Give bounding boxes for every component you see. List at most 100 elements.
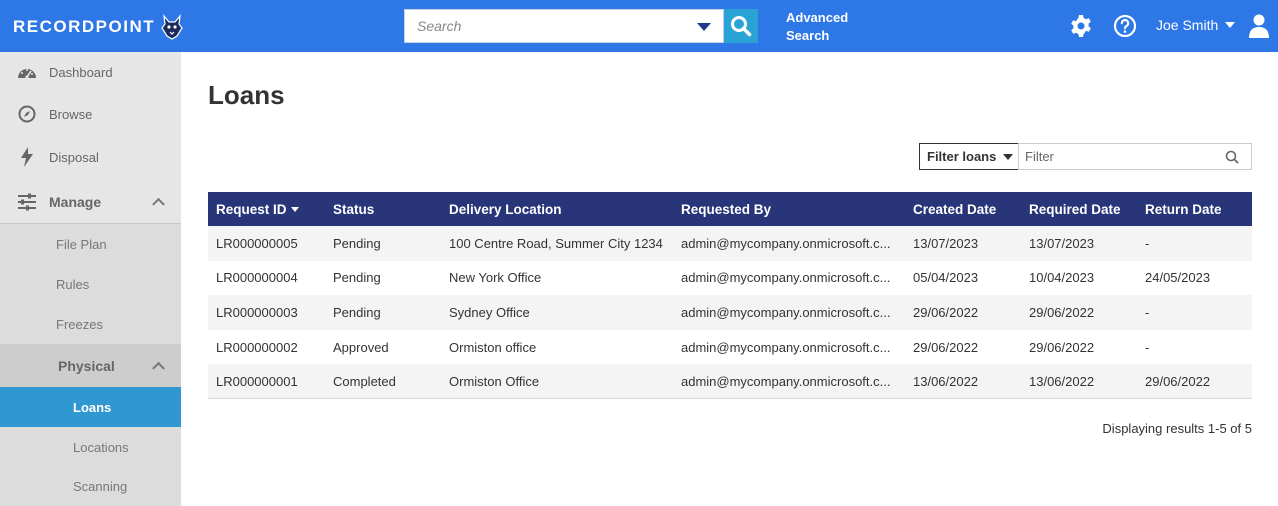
settings-button[interactable] <box>1068 13 1094 39</box>
created-date-cell: 29/06/2022 <box>905 329 1021 365</box>
sidebar-item-rules[interactable]: Rules <box>0 264 181 304</box>
sidebar-item-scanning[interactable]: Scanning <box>0 467 181 506</box>
sidebar-item-disposal[interactable]: Disposal <box>0 137 181 177</box>
status-cell: Approved <box>325 329 441 365</box>
required-date-cell: 13/06/2022 <box>1021 364 1137 400</box>
sidebar-item-locations[interactable]: Locations <box>0 427 181 467</box>
status-cell: Pending <box>325 226 441 261</box>
column-header-delivery-location[interactable]: Delivery Location <box>441 192 673 226</box>
request-id-link[interactable]: LR000000003 <box>208 295 325 330</box>
return-date-cell: - <box>1137 329 1252 365</box>
created-date-cell: 05/04/2023 <box>905 260 1021 296</box>
return-date-cell: 29/06/2022 <box>1137 364 1252 400</box>
filter-field[interactable] <box>1018 143 1252 170</box>
column-header-status[interactable]: Status <box>325 192 441 226</box>
sidebar-item-label: Freezes <box>56 316 103 332</box>
request-id-link[interactable]: LR000000005 <box>208 226 325 261</box>
delivery-location-cell: Ormiston office <box>441 329 673 365</box>
column-header-request-id[interactable]: Request ID <box>208 192 325 226</box>
required-date-cell: 29/06/2022 <box>1021 295 1137 330</box>
sidebar-item-loans[interactable]: Loans <box>0 387 181 427</box>
logo[interactable]: RECORDPOINT <box>13 14 183 40</box>
table-row[interactable]: LR000000005 Pending 100 Centre Road, Sum… <box>208 226 1252 261</box>
sidebar-item-dashboard[interactable]: Dashboard <box>0 52 181 92</box>
column-header-requested-by[interactable]: Requested By <box>673 192 905 226</box>
delivery-location-cell: New York Office <box>441 260 673 296</box>
status-cell: Pending <box>325 260 441 296</box>
sidebar-item-label: Loans <box>73 399 112 415</box>
search-icon <box>731 16 752 37</box>
sidebar-item-file-plan[interactable]: File Plan <box>0 224 181 264</box>
sidebar-item-label: Physical <box>58 357 115 374</box>
search-input[interactable] <box>417 18 687 34</box>
user-menu[interactable]: Joe Smith <box>1156 17 1236 33</box>
user-avatar[interactable] <box>1246 13 1272 39</box>
requested-by-cell: admin@mycompany.onmicrosoft.c... <box>673 226 905 261</box>
sidebar-item-label: Browse <box>49 106 93 122</box>
requested-by-cell: admin@mycompany.onmicrosoft.c... <box>673 260 905 296</box>
results-count: Displaying results 1-5 of 5 <box>1102 421 1252 436</box>
column-header-created-date[interactable]: Created Date <box>905 192 1021 226</box>
return-date-cell: - <box>1137 295 1252 330</box>
top-bar: RECORDPOINT Advanced Search <box>0 0 1278 52</box>
search-button[interactable] <box>724 9 758 43</box>
filter-input[interactable] <box>1025 149 1215 164</box>
delivery-location-cell: 100 Centre Road, Summer City 1234 <box>441 226 673 261</box>
sidebar-item-browse[interactable]: Browse <box>0 94 181 134</box>
request-id-link[interactable]: LR000000004 <box>208 260 325 296</box>
chevron-up-icon <box>152 197 165 211</box>
lightning-icon <box>17 147 37 167</box>
table-row[interactable]: LR000000004 Pending New York Office admi… <box>208 260 1252 296</box>
search-icon[interactable] <box>1225 150 1239 164</box>
search-bar <box>404 9 758 43</box>
sidebar-item-label: Disposal <box>49 149 99 165</box>
table-row[interactable]: LR000000001 Completed Ormiston Office ad… <box>208 364 1252 400</box>
requested-by-cell: admin@mycompany.onmicrosoft.c... <box>673 295 905 330</box>
required-date-cell: 13/07/2023 <box>1021 226 1137 261</box>
sliders-icon <box>17 192 37 212</box>
requested-by-cell: admin@mycompany.onmicrosoft.c... <box>673 329 905 365</box>
user-name: Joe Smith <box>1156 17 1219 33</box>
advanced-search-link[interactable]: Advanced Search <box>786 9 866 45</box>
created-date-cell: 29/06/2022 <box>905 295 1021 330</box>
sort-desc-icon <box>290 207 299 213</box>
help-circle-icon <box>1113 14 1137 38</box>
sidebar-item-manage[interactable]: Manage <box>0 181 181 224</box>
request-id-link[interactable]: LR000000002 <box>208 329 325 365</box>
request-id-link[interactable]: LR000000001 <box>208 364 325 400</box>
help-button[interactable] <box>1112 13 1138 39</box>
sidebar-item-freezes[interactable]: Freezes <box>0 304 181 344</box>
gear-icon <box>1071 15 1091 37</box>
column-header-return-date[interactable]: Return Date <box>1137 192 1252 226</box>
chevron-down-icon <box>1225 22 1236 28</box>
chevron-up-icon <box>152 361 165 375</box>
logo-text: RECORDPOINT <box>13 17 156 36</box>
required-date-cell: 29/06/2022 <box>1021 329 1137 365</box>
requested-by-cell: admin@mycompany.onmicrosoft.c... <box>673 364 905 400</box>
sidebar-item-label: Locations <box>73 439 129 455</box>
table-row[interactable]: LR000000002 Approved Ormiston office adm… <box>208 329 1252 365</box>
column-header-required-date[interactable]: Required Date <box>1021 192 1137 226</box>
sidebar-item-label: Manage <box>49 194 102 210</box>
logo-mascot-icon <box>161 14 183 40</box>
user-icon <box>1249 14 1269 38</box>
sidebar-item-label: Scanning <box>73 479 128 494</box>
sidebar-item-label: Rules <box>56 276 90 292</box>
created-date-cell: 13/07/2023 <box>905 226 1021 261</box>
dashboard-icon <box>17 62 37 82</box>
delivery-location-cell: Sydney Office <box>441 295 673 330</box>
created-date-cell: 13/06/2022 <box>905 364 1021 400</box>
status-cell: Pending <box>325 295 441 330</box>
filter-loans-dropdown[interactable]: Filter loans <box>919 143 1019 170</box>
table-row[interactable]: LR000000003 Pending Sydney Office admin@… <box>208 295 1252 330</box>
sidebar-item-physical[interactable]: Physical <box>0 344 181 387</box>
required-date-cell: 10/04/2023 <box>1021 260 1137 296</box>
return-date-cell: - <box>1137 226 1252 261</box>
compass-icon <box>17 104 37 124</box>
search-scope-dropdown-icon[interactable] <box>697 23 711 31</box>
sidebar: Dashboard Browse Disposal Manage File Pl… <box>0 52 181 506</box>
chevron-down-icon <box>1003 153 1014 160</box>
sidebar-item-label: File Plan <box>56 236 107 252</box>
search-field[interactable] <box>404 9 724 43</box>
loans-table: Request ID Status Delivery Location Requ… <box>208 192 1252 400</box>
